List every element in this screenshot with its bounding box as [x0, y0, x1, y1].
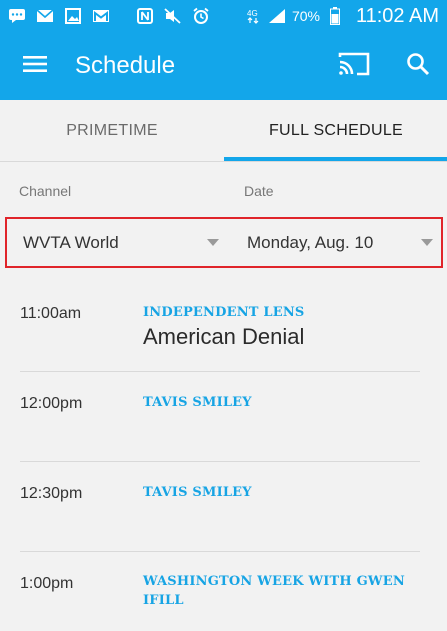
mail-icon — [36, 8, 54, 24]
schedule-time: 1:00pm — [20, 575, 74, 592]
tab-primetime[interactable]: PRIMETIME — [0, 100, 224, 162]
battery-icon — [326, 7, 344, 25]
series-title: WASHINGTON WEEK WITH GWEN IFILL — [143, 574, 405, 608]
notification-icons — [8, 8, 110, 24]
svg-text:4G: 4G — [247, 9, 258, 18]
series-title: TAVIS SMILEY — [143, 485, 252, 500]
status-bar: 4G 70% 11:02 AM — [0, 0, 447, 32]
alarm-icon — [192, 7, 210, 24]
series-title: INDEPENDENT LENS — [143, 305, 305, 320]
nfc-icon — [136, 8, 154, 24]
signal-icon — [268, 8, 286, 24]
search-button[interactable] — [394, 42, 442, 90]
gmail-icon — [92, 8, 110, 24]
date-label: Date — [244, 183, 274, 199]
tab-selected-indicator — [224, 157, 447, 161]
clock: 11:02 AM — [355, 4, 439, 27]
filter-highlight-box: WVTA World Monday, Aug. 10 — [5, 217, 443, 268]
image-icon — [64, 8, 82, 24]
schedule-time: 12:00pm — [20, 395, 83, 412]
date-value: Monday, Aug. 10 — [247, 232, 374, 252]
app-bar: Schedule — [0, 32, 447, 100]
chat-icon — [8, 8, 26, 24]
channel-dropdown[interactable]: WVTA World — [23, 219, 227, 266]
cast-icon — [337, 51, 371, 82]
channel-value: WVTA World — [23, 232, 119, 252]
menu-icon — [23, 55, 47, 78]
tab-full-schedule[interactable]: FULL SCHEDULE — [224, 100, 447, 162]
schedule-tabs: PRIMETIME FULL SCHEDULE — [0, 100, 447, 162]
dropdown-arrow-icon — [421, 239, 433, 246]
schedule-item[interactable]: 1:00pm WASHINGTON WEEK WITH GWEN IFILL — [20, 552, 420, 631]
data-4g-icon: 4G — [244, 8, 262, 24]
schedule-time: 11:00am — [20, 305, 82, 322]
channel-label: Channel — [19, 183, 72, 199]
cast-button[interactable] — [330, 42, 378, 90]
date-dropdown[interactable]: Monday, Aug. 10 — [247, 219, 437, 266]
menu-button[interactable] — [11, 42, 59, 90]
search-icon — [406, 52, 430, 81]
schedule-item[interactable]: 12:30pm TAVIS SMILEY — [20, 462, 420, 552]
schedule-time: 12:30pm — [20, 485, 83, 502]
schedule-item[interactable]: 12:00pm TAVIS SMILEY — [20, 372, 420, 462]
system-icons — [136, 7, 210, 24]
battery-percent: 70% — [291, 8, 320, 24]
episode-title: American Denial — [143, 324, 305, 349]
mute-icon — [164, 8, 182, 24]
schedule-item[interactable]: 11:00am INDEPENDENT LENS American Denial — [20, 282, 420, 372]
page-title: Schedule — [75, 52, 176, 79]
dropdown-arrow-icon — [207, 239, 219, 246]
status-right: 4G 70% 11:02 AM — [244, 5, 439, 28]
series-title: TAVIS SMILEY — [143, 395, 252, 410]
